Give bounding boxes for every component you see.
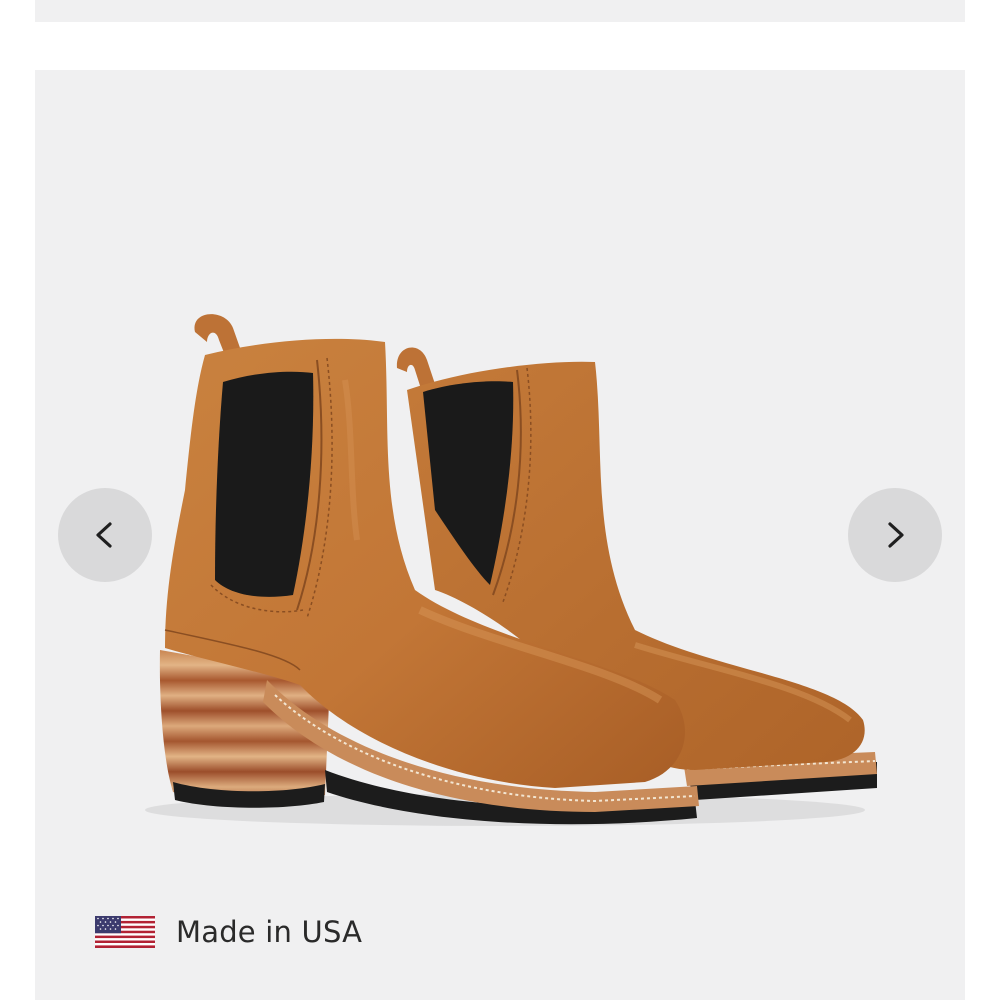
us-flag-icon [95,916,155,948]
chevron-left-icon [96,522,112,548]
previous-image-button[interactable] [58,488,152,582]
made-in-usa-label: Made in USA [176,915,363,949]
chevron-right-icon [888,522,904,548]
product-page: Made in USA [0,0,1000,1000]
made-in-usa-badge: Made in USA [95,908,362,956]
next-image-button[interactable] [848,488,942,582]
previous-section-panel [35,0,965,22]
product-image-gallery[interactable]: Made in USA [35,70,965,1000]
product-photo [145,314,877,826]
